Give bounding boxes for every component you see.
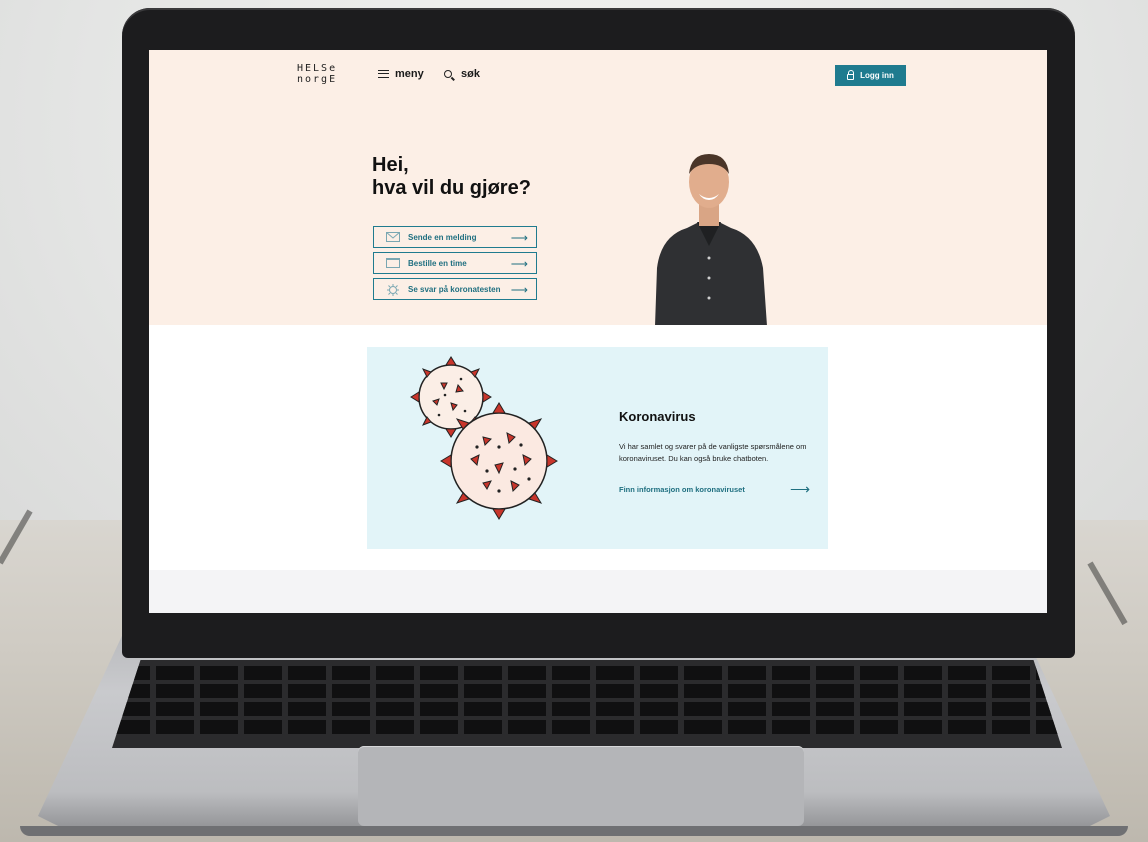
laptop-trackpad	[358, 746, 804, 826]
corona-info-link[interactable]: Finn informasjon om koronaviruset	[619, 485, 745, 494]
send-message-button[interactable]: Sende en melding ⟶	[373, 226, 537, 248]
page-title: Hei, hva vil du gjøre?	[372, 154, 531, 199]
menu-button[interactable]: meny	[378, 68, 424, 80]
search-button[interactable]: søk	[444, 68, 480, 80]
lock-icon	[847, 69, 855, 80]
virus-icon	[386, 284, 400, 296]
person-photo	[655, 154, 767, 326]
footer-band	[149, 570, 1047, 613]
login-label: Logg inn	[860, 71, 894, 80]
laptop-keyboard	[112, 660, 1062, 748]
hamburger-icon	[378, 70, 389, 78]
search-label: søk	[461, 68, 480, 80]
book-appointment-button[interactable]: Bestille en time ⟶	[373, 252, 537, 274]
menu-label: meny	[395, 68, 424, 80]
corona-card[interactable]: Koronavirus Vi har samlet og svarer på d…	[367, 347, 828, 549]
corona-description: Vi har samlet og svarer på de vanligste …	[619, 442, 807, 463]
search-icon	[444, 70, 452, 78]
arrow-right-icon: ⟶	[510, 257, 528, 271]
coronavirus-illustration	[410, 356, 558, 520]
content-section: Koronavirus Vi har samlet og svarer på d…	[149, 325, 1047, 570]
arrow-right-icon[interactable]: ⟶	[790, 481, 810, 498]
login-button[interactable]: Logg inn	[835, 65, 906, 86]
helsenorge-logo[interactable]: HELSe norgE	[297, 63, 337, 85]
envelope-icon	[386, 232, 400, 242]
corona-title: Koronavirus	[619, 409, 696, 424]
arrow-right-icon: ⟶	[510, 231, 528, 245]
hero-section: HELSe norgE meny søk Logg inn Hei, hva v…	[149, 50, 1047, 326]
corona-test-result-button[interactable]: Se svar på koronatesten ⟶	[373, 278, 537, 300]
laptop-screen: HELSe norgE meny søk Logg inn Hei, hva v…	[149, 50, 1047, 613]
calendar-icon	[386, 258, 400, 268]
arrow-right-icon: ⟶	[510, 283, 528, 297]
laptop-base-edge	[20, 826, 1128, 836]
